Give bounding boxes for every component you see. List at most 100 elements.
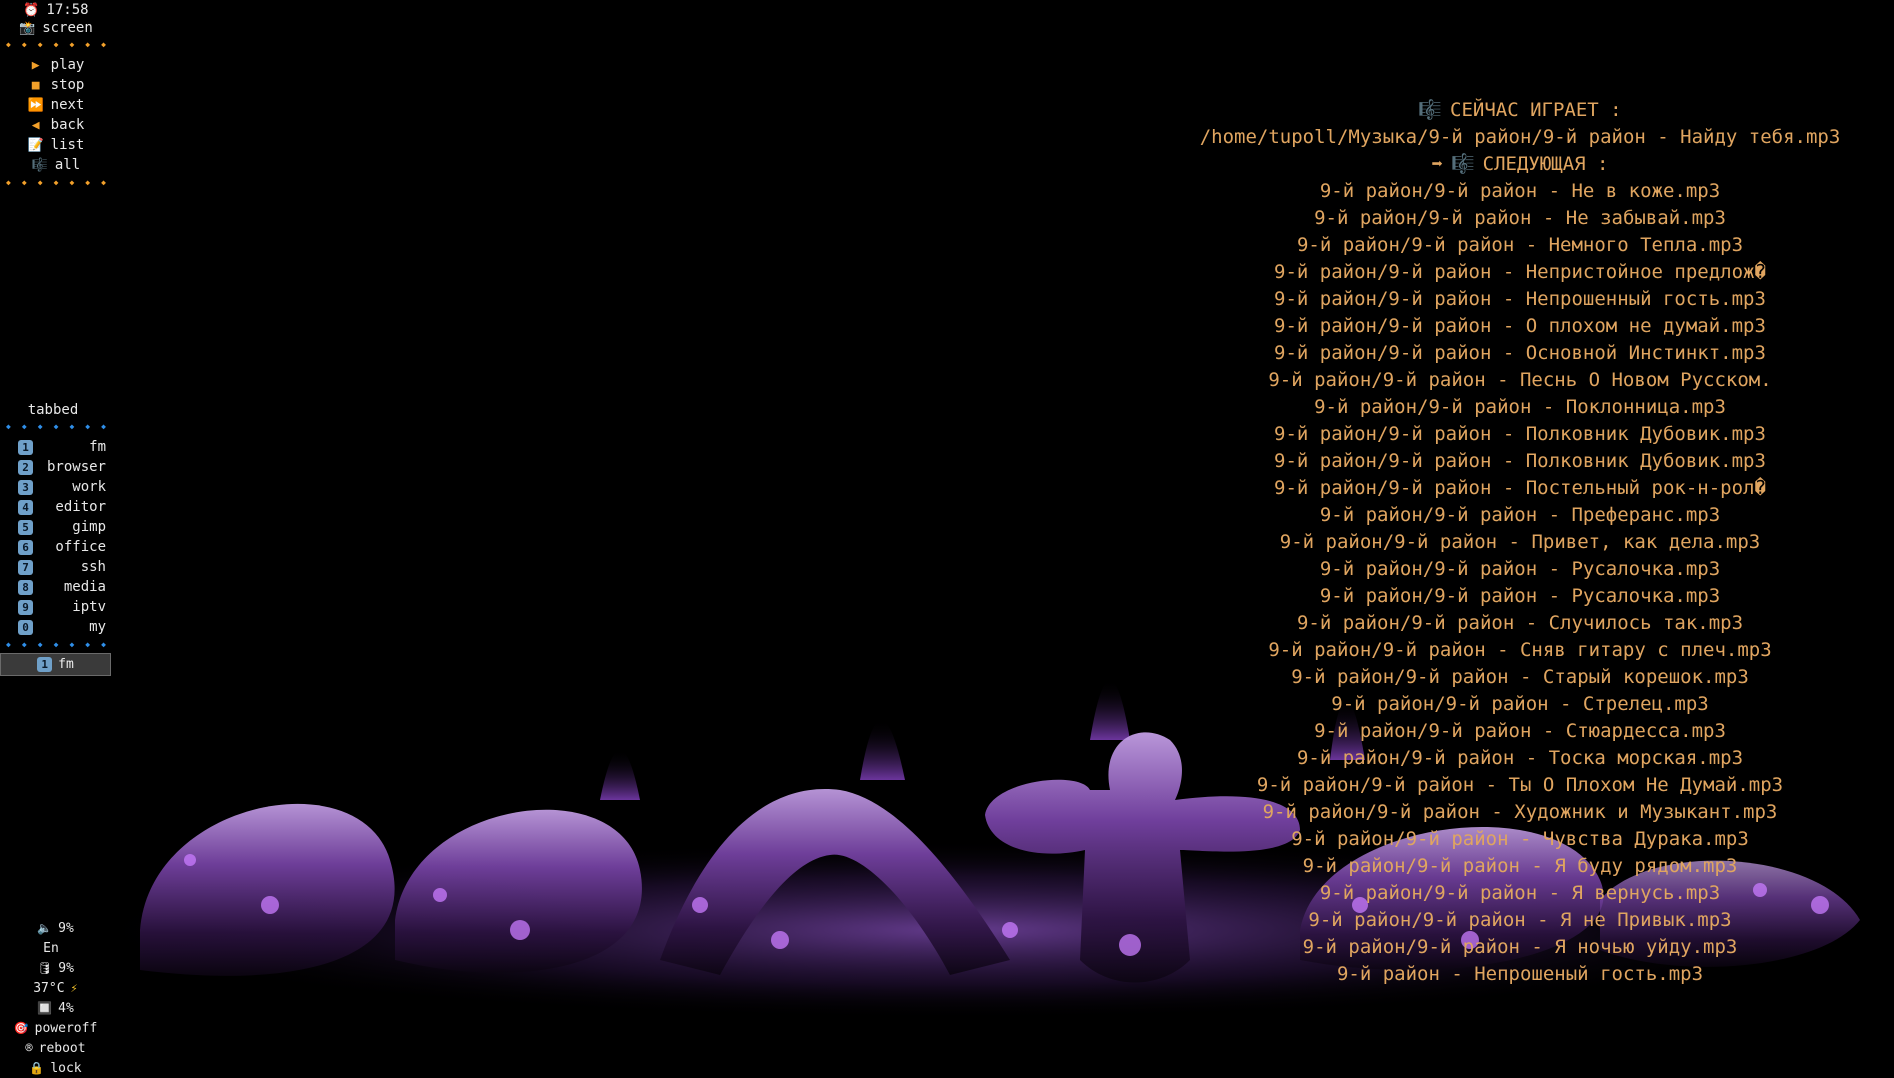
- queue-track: 9-й район/9-й район - Привет, как дела.m…: [1279, 531, 1761, 553]
- queue-track: 9-й район/9-й район - Непрошенный гость.…: [1274, 288, 1766, 310]
- queue-track: 9-й район/9-й район - Чувства Дурака.mp3: [1291, 828, 1749, 850]
- lightning-icon: ⚡: [70, 981, 78, 995]
- queue-track: 9-й район/9-й район - Тоска морская.mp3: [1296, 747, 1744, 769]
- workspace-9[interactable]: 9 iptv: [18, 597, 106, 617]
- workspace-6[interactable]: 6 office: [18, 537, 106, 557]
- music-score-icon: 🎼: [31, 157, 48, 173]
- now-playing-panel: 🎼 СЕЙЧАС ИГРАЕТ : /home/tupoll/Музыка/9-й…: [1160, 97, 1880, 988]
- disk-value: 9%: [58, 960, 74, 976]
- workspace-3[interactable]: 3 work: [18, 477, 106, 497]
- queue-track: 9-й район/9-й район - Поклонница.mp3: [1314, 396, 1726, 418]
- queue-track: 9-й район/9-й район - Ты О Плохом Не Дум…: [1256, 774, 1784, 796]
- reboot-button[interactable]: ® reboot: [0, 1038, 111, 1058]
- workspace-1[interactable]: 1 fm: [18, 437, 106, 457]
- queue-track: 9-й район - Непрошеный гость.mp3: [1336, 963, 1704, 985]
- temperature-indicator: 37°C ⚡: [0, 978, 111, 998]
- registered-icon: ®: [25, 1041, 33, 1055]
- separator-blue-top: ◆ ◆ ◆ ◆ ◆ ◆ ◆: [6, 422, 106, 431]
- rewind-icon: ◀: [31, 117, 40, 133]
- workspace-label: browser: [46, 459, 106, 475]
- volume-indicator[interactable]: 🔈 9%: [0, 918, 111, 938]
- lock-label: lock: [50, 1060, 82, 1076]
- now-playing-label: СЕЙЧАС ИГРАЕТ :: [1450, 99, 1622, 121]
- player-next-button[interactable]: ⏩ next: [0, 95, 111, 115]
- poweroff-button[interactable]: 🎯 poweroff: [0, 1018, 111, 1038]
- workspace-5[interactable]: 5 gimp: [18, 517, 106, 537]
- workspace-label: work: [72, 479, 106, 495]
- layout-indicator[interactable]: tabbed: [0, 400, 106, 420]
- target-icon: 🎯: [13, 1021, 29, 1035]
- queue-track: 9-й район/9-й район - Я вернусь.mp3: [1319, 882, 1721, 904]
- workspace-2[interactable]: 2 browser: [18, 457, 106, 477]
- keycap-8-icon: 8: [18, 579, 33, 595]
- keycap-3-icon: 3: [18, 479, 33, 495]
- play-icon: ▶: [31, 57, 40, 73]
- queue-track: 9-й район/9-й район - Немного Тепла.mp3: [1296, 234, 1744, 256]
- queue-track: 9-й район/9-й район - Стрелец.mp3: [1331, 693, 1709, 715]
- music-score-icon: 🎼: [1418, 99, 1443, 121]
- workspace-label: gimp: [72, 519, 106, 535]
- stop-icon: ■: [31, 77, 40, 93]
- workspace-label: ssh: [80, 559, 106, 575]
- separator-orange-top: ◆ ◆ ◆ ◆ ◆ ◆ ◆: [6, 40, 106, 49]
- temperature-value: 37°C: [33, 980, 65, 996]
- reboot-label: reboot: [38, 1040, 86, 1056]
- keycap-7-icon: 7: [18, 559, 33, 575]
- clock-widget[interactable]: ⏰ 17:58: [0, 0, 111, 20]
- lock-button[interactable]: 🔒 lock: [0, 1058, 111, 1078]
- camera-icon: 📸: [19, 20, 36, 36]
- queue-track: 9-й район/9-й район - Я буду рядом.mp3: [1302, 855, 1738, 877]
- keycap-1-icon: 1: [37, 657, 53, 672]
- queue-track: 9-й район/9-й район - Основной Инстинкт.…: [1274, 342, 1766, 364]
- queue-track: 9-й район/9-й район - Я ночью уйду.mp3: [1302, 936, 1738, 958]
- database-icon: 🛢: [37, 961, 53, 975]
- queue-track: 9-й район/9-й район - Преферанс.mp3: [1319, 504, 1721, 526]
- queue-track: 9-й район/9-й район - Песнь О Новом Русс…: [1268, 369, 1772, 391]
- memo-icon: 📝: [27, 137, 44, 153]
- workspace-label: my: [89, 619, 106, 635]
- workspace-label: fm: [89, 439, 106, 455]
- clock-text: 17:58: [46, 2, 89, 18]
- next-label: СЛЕДУЮЩАЯ :: [1482, 153, 1609, 175]
- player-play-button[interactable]: ▶ play: [0, 55, 111, 75]
- keycap-1-icon: 1: [18, 439, 33, 455]
- separator-blue-bottom: ◆ ◆ ◆ ◆ ◆ ◆ ◆: [6, 640, 106, 649]
- queue-track: 9-й район/9-й район - О плохом не думай.…: [1274, 315, 1766, 337]
- alarm-clock-icon: ⏰: [23, 2, 40, 18]
- keycap-0-icon: 0: [18, 619, 33, 635]
- workspace-4[interactable]: 4 editor: [18, 497, 106, 517]
- queue-track: 9-й район/9-й район - Старый корешок.mp3: [1291, 666, 1749, 688]
- keyboard-layout-value: En: [43, 940, 59, 956]
- workspace-label: editor: [55, 499, 106, 515]
- speaker-icon: 🔈: [37, 921, 53, 935]
- player-back-button[interactable]: ◀ back: [0, 115, 111, 135]
- layout-label: tabbed: [27, 402, 79, 418]
- cpu-indicator: 🔲 4%: [0, 998, 111, 1018]
- back-label: back: [50, 117, 85, 133]
- active-window-indicator[interactable]: 1 fm: [0, 653, 111, 676]
- player-list-button[interactable]: 📝 list: [0, 135, 111, 155]
- player-stop-button[interactable]: ■ stop: [0, 75, 111, 95]
- list-label: list: [50, 137, 85, 153]
- keycap-2-icon: 2: [18, 459, 33, 475]
- queue-track: 9-й район/9-й район - Стюардесса.mp3: [1314, 720, 1726, 742]
- player-all-button[interactable]: 🎼 all: [0, 155, 111, 175]
- now-playing-path: /home/tupoll/Музыка/9-й район/9-й район …: [1199, 126, 1841, 148]
- arrow-right-icon: ➡: [1431, 153, 1443, 175]
- keycap-4-icon: 4: [18, 499, 33, 515]
- queue-track: 9-й район/9-й район - Сняв гитару с плеч…: [1268, 639, 1772, 661]
- lock-icon: 🔒: [29, 1061, 45, 1075]
- workspace-8[interactable]: 8 media: [18, 577, 106, 597]
- play-label: play: [50, 57, 85, 73]
- screenshot-button[interactable]: 📸 screen: [0, 18, 111, 38]
- workspace-7[interactable]: 7 ssh: [18, 557, 106, 577]
- workspace-label: media: [63, 579, 106, 595]
- disk-indicator: 🛢 9%: [0, 958, 111, 978]
- queue-track: 9-й район/9-й район - Полковник Дубовик.…: [1274, 450, 1766, 472]
- queue-track: 9-й район/9-й район - Русалочка.mp3: [1319, 558, 1721, 580]
- keyboard-layout-indicator[interactable]: En: [0, 938, 102, 958]
- workspace-0[interactable]: 0 my: [18, 617, 106, 637]
- next-header: ➡ 🎼 СЛЕДУЮЩАЯ :: [1160, 151, 1880, 178]
- separator-orange-bottom: ◆ ◆ ◆ ◆ ◆ ◆ ◆: [6, 178, 106, 187]
- screenshot-label: screen: [42, 20, 93, 36]
